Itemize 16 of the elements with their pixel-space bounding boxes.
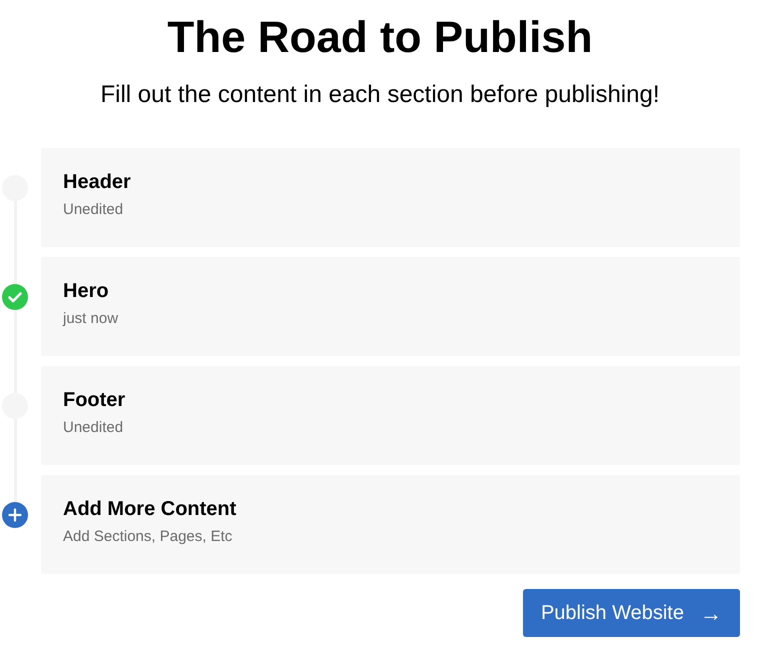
section-status: Add Sections, Pages, Etc xyxy=(63,527,232,547)
section-card[interactable]: Add More Content Add Sections, Pages, Etc xyxy=(41,475,740,574)
section-card[interactable]: Header Unedited xyxy=(41,148,740,247)
section-status: Unedited xyxy=(63,418,124,438)
page-title: The Road to Publish xyxy=(167,12,593,64)
section-status: Unedited xyxy=(63,200,124,220)
section-title: Hero xyxy=(63,279,109,304)
publish-button[interactable]: Publish Website → xyxy=(522,589,740,637)
page-subtitle: Fill out the content in each section before publishing! xyxy=(100,80,660,110)
section-card[interactable]: Hero just now xyxy=(41,257,740,356)
section-card[interactable]: Footer Unedited xyxy=(41,366,740,465)
section-title: Header xyxy=(63,170,131,195)
section-title: Footer xyxy=(63,388,126,413)
add-icon[interactable] xyxy=(2,502,28,528)
section-title: Add More Content xyxy=(63,497,236,522)
section-status: just now xyxy=(63,309,118,329)
